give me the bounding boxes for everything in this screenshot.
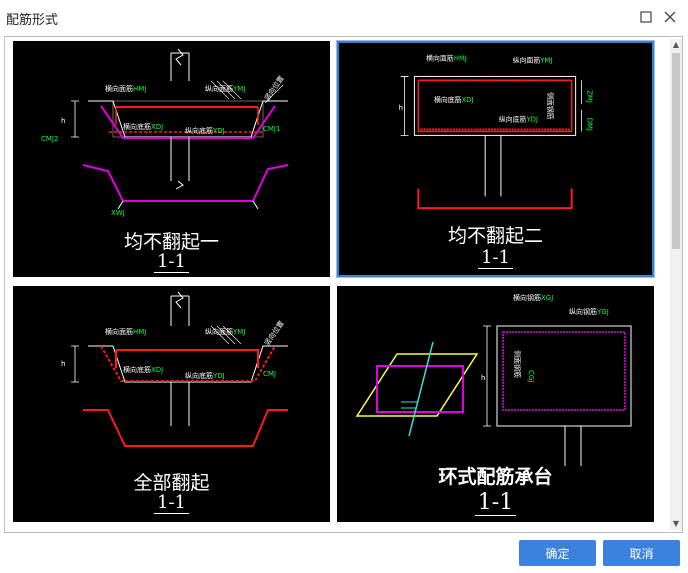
tile-section-label: 1-1 xyxy=(339,247,652,269)
vertical-scrollbar[interactable]: ▲ ▼ xyxy=(670,39,682,530)
label-cmj: CMJ xyxy=(263,370,276,378)
maximize-icon[interactable] xyxy=(635,6,657,28)
label-top-transverse: 横向面筋HMJ xyxy=(105,84,146,93)
tile-section-label: 1-1 xyxy=(13,492,330,514)
label-cmj2: CMJ2 xyxy=(41,135,58,143)
label-h: h xyxy=(399,104,403,112)
tile-caption: 全部翻起 xyxy=(133,472,210,494)
label-bot-transverse: 横向底筋XDJ xyxy=(123,122,163,131)
label-bot-longitudinal: 纵向底筋YDJ xyxy=(185,126,225,135)
label-top-longitudinal: 纵向钢筋YGJ xyxy=(569,307,609,316)
label-top-longitudinal: 纵向面筋YMJ xyxy=(205,84,245,93)
tile-section-label: 1-1 xyxy=(337,490,654,516)
label-cgj: CGJ xyxy=(527,370,535,382)
label-top-longitudinal: 纵向面筋YMJ xyxy=(513,56,553,65)
label-h: h xyxy=(481,374,485,382)
pattern-tile-ring[interactable]: 横向钢筋XGJ 纵向钢筋YGJ 侧面钢筋 CGJ h 环式配筋承台 1-1 xyxy=(337,286,654,522)
label-dmj: DMJ xyxy=(585,118,593,131)
label-bot-transverse: 横向底筋XDJ xyxy=(434,95,474,104)
scroll-down-icon[interactable]: ▼ xyxy=(670,518,682,530)
title-bar: 配筋形式 xyxy=(0,0,688,34)
label-h: h xyxy=(61,117,65,125)
label-side-pos: 竖向位置 xyxy=(262,319,285,347)
label-zmj: ZMJ xyxy=(585,90,593,103)
ok-button[interactable]: 确定 xyxy=(519,540,596,566)
label-bot-longitudinal: 纵向底筋YDJ xyxy=(185,371,225,380)
scroll-thumb[interactable] xyxy=(672,53,680,249)
label-h: h xyxy=(61,360,65,368)
cancel-button[interactable]: 取消 xyxy=(603,540,680,566)
label-top-transverse: 横向钢筋XGJ xyxy=(513,293,553,302)
label-side-rebar: 侧面钢筋 xyxy=(513,350,522,378)
label-top-transverse: 横向面筋HMJ xyxy=(426,54,467,63)
scroll-up-icon[interactable]: ▲ xyxy=(670,39,682,51)
label-top-transverse: 横向面筋HMJ xyxy=(105,327,146,336)
tile-caption: 环式配筋承台 xyxy=(438,466,553,488)
close-icon[interactable] xyxy=(659,6,681,28)
window-title: 配筋形式 xyxy=(6,13,59,28)
tile-section-label: 1-1 xyxy=(13,251,330,273)
label-cmj1: CMJ1 xyxy=(263,125,280,133)
label-bot-transverse: 横向底筋XDJ xyxy=(123,365,163,374)
pattern-tile-all-bent[interactable]: 横向面筋HMJ 纵向面筋YMJ 横向底筋XDJ 纵向底筋YDJ h CMJ 竖向… xyxy=(13,286,330,522)
tile-caption: 均不翻起二 xyxy=(447,225,543,247)
pattern-tile-flat-1[interactable]: 横向面筋HMJ 纵向面筋YMJ 横向底筋XDJ 纵向底筋YDJ h CMJ2 C… xyxy=(13,41,330,277)
label-side-pos: 竖向位置 xyxy=(262,74,285,102)
label-xwj: XWJ xyxy=(111,209,125,217)
pattern-list: 横向面筋HMJ 纵向面筋YMJ 横向底筋XDJ 纵向底筋YDJ h CMJ2 C… xyxy=(4,36,683,533)
label-side-rebar: 侧面钢筋 xyxy=(546,92,555,120)
label-top-longitudinal: 纵向面筋YMJ xyxy=(205,327,245,336)
label-bot-longitudinal: 纵向底筋YDJ xyxy=(499,115,538,124)
tile-caption: 均不翻起一 xyxy=(123,231,219,253)
pattern-tile-flat-2[interactable]: h 横向面筋HMJ 纵向面筋YMJ 横向底筋XDJ 纵向底筋YDJ 侧面钢筋 Z… xyxy=(336,40,655,278)
